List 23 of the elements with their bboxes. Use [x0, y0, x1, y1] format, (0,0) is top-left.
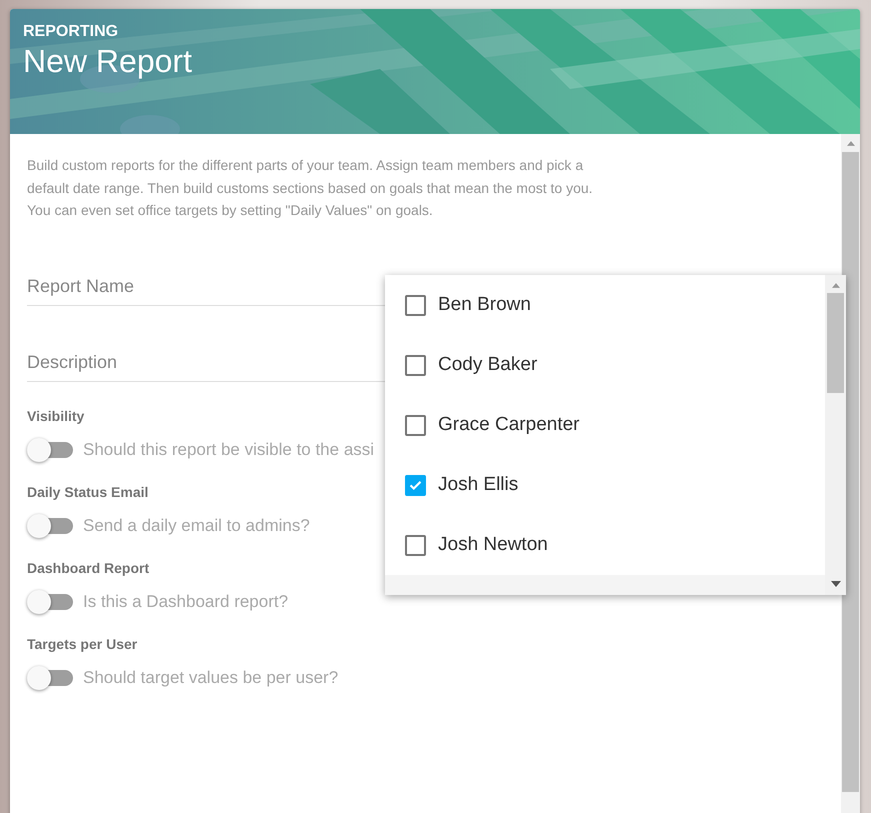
intro-text: Build custom reports for the different parts of your team. Assign team members and pick a default date range. Then build customs sections based on goals that mean the most to you. You can even set office targets by setting "Daily Values" on goals.: [27, 156, 594, 220]
checkbox[interactable]: [405, 294, 426, 316]
scroll-down-icon[interactable]: [830, 581, 840, 587]
setting-label: Targets per User: [27, 636, 138, 652]
setting-label: Visibility: [27, 408, 84, 424]
scrollbar[interactable]: [825, 275, 846, 595]
user-option[interactable]: Josh Newton: [385, 515, 825, 575]
checkbox[interactable]: [405, 534, 426, 556]
setting-description: Is this a Dashboard report?: [83, 592, 288, 612]
scroll-up-icon[interactable]: [832, 283, 840, 288]
setting-description: Should this report be visible to the assi: [83, 440, 374, 460]
scroll-up-icon[interactable]: [846, 141, 854, 146]
user-option[interactable]: Grace Carpenter: [385, 395, 825, 455]
setting-label: Daily Status Email: [27, 484, 148, 500]
checkbox[interactable]: [405, 414, 426, 436]
setting-description: Send a daily email to admins?: [83, 516, 310, 536]
checkbox[interactable]: [405, 474, 426, 496]
checkbox[interactable]: [405, 354, 426, 376]
setting-label: Dashboard Report: [27, 560, 150, 576]
section-label: REPORTING: [23, 23, 120, 41]
user-option[interactable]: Josh Ellis: [385, 455, 825, 515]
page-title: New Report: [23, 43, 193, 80]
setting-description: Should target values be per user?: [83, 668, 338, 688]
